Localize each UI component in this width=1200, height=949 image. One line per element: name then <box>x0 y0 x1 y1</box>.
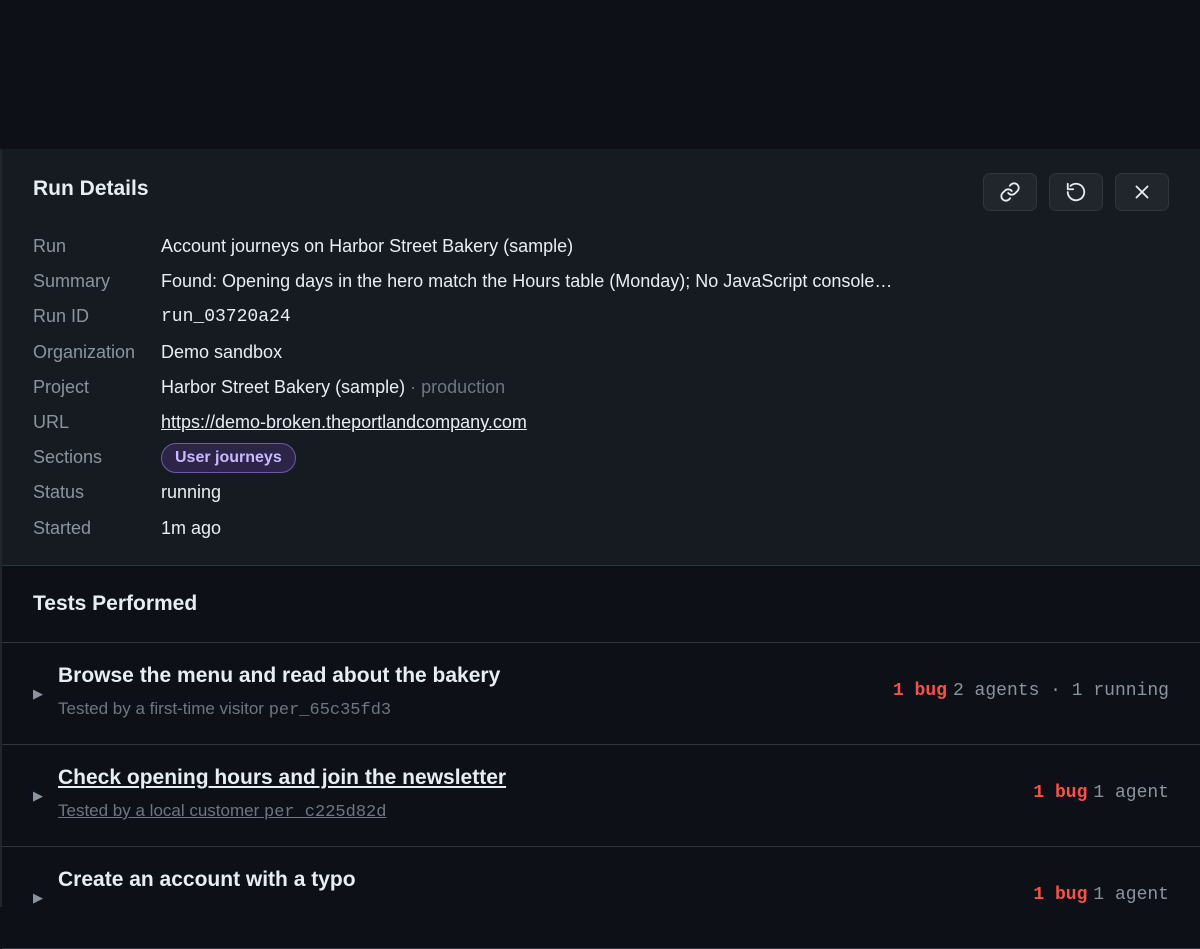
test-title: Check opening hours and join the newslet… <box>58 766 507 789</box>
tested-by: Tested by a local customer <box>58 801 260 820</box>
run-details-section: Run Details Run Account journeys on Harb… <box>2 149 1200 566</box>
top-bar <box>0 0 1200 149</box>
panel-title: Run Details <box>33 177 149 200</box>
field-url: URL https://demo-broken.theportlandcompa… <box>33 405 892 440</box>
run-name: Account journeys on Harbor Street Bakery… <box>161 236 574 257</box>
run-details-panel: Run Details Run Account journeys on Harb… <box>0 149 1200 949</box>
test-subtitle: Tested by a first-time visitor per_65c35… <box>58 699 391 720</box>
field-label: Summary <box>33 271 111 292</box>
rerun-button[interactable] <box>1049 173 1103 211</box>
field-run-id: Run ID run_03720a24 <box>33 299 892 334</box>
panel-actions <box>983 173 1169 211</box>
field-status: Status running <box>33 475 892 510</box>
test-meta: 1 bug 2 agents · 1 running <box>893 681 1169 701</box>
close-icon <box>1135 185 1149 199</box>
project-name: Harbor Street Bakery (sample) <box>161 376 406 397</box>
field-summary: Summary Found: Opening days in the hero … <box>33 264 892 299</box>
expand-caret-icon[interactable]: ▶ <box>33 788 43 804</box>
field-label: Sections <box>33 447 103 468</box>
section-badge: User journeys <box>161 442 296 473</box>
test-title: Browse the menu and read about the baker… <box>58 664 501 687</box>
field-label: Run <box>33 236 67 257</box>
agent-count: 1 agent <box>1093 783 1169 803</box>
test-row[interactable]: ▶ Create an account with a typo 1 bug 1 a… <box>2 847 1200 949</box>
expand-caret-icon[interactable]: ▶ <box>33 686 43 702</box>
expand-caret-icon[interactable]: ▶ <box>33 890 43 906</box>
field-label: Status <box>33 482 85 503</box>
test-subtitle: Tested by a local customer per_c225d82d <box>58 801 386 822</box>
agent-count: 1 agent <box>1093 885 1169 905</box>
agent-count: 2 agents · 1 running <box>952 681 1169 701</box>
tests-header: Tests Performed <box>2 566 1200 643</box>
field-run: Run Account journeys on Harbor Street Ba… <box>33 229 892 264</box>
tests-title: Tests Performed <box>33 592 198 615</box>
field-label: Started <box>33 517 92 538</box>
test-title: Create an account with a typo <box>58 868 356 891</box>
project-value: Harbor Street Bakery (sample) · producti… <box>161 377 505 398</box>
project-environment: · production <box>410 376 506 397</box>
summary-text: Found: Opening days in the hero match th… <box>161 271 893 292</box>
run-url-link[interactable]: https://demo-broken.theportlandcompany.c… <box>161 412 527 433</box>
bug-count: 1 bug <box>1033 783 1088 803</box>
field-label: Run ID <box>33 306 90 327</box>
field-started: Started 1m ago <box>33 511 892 546</box>
test-meta: 1 bug 1 agent <box>1033 885 1169 905</box>
field-label: URL <box>33 412 70 433</box>
test-meta: 1 bug 1 agent <box>1033 783 1169 803</box>
status-value: running <box>161 482 222 503</box>
field-sections: Sections User journeys <box>33 440 892 475</box>
persona-id: per_65c35fd3 <box>268 701 392 720</box>
copy-link-button[interactable] <box>983 173 1037 211</box>
bug-count: 1 bug <box>1033 885 1088 905</box>
persona-id: per_c225d82d <box>264 803 387 822</box>
tested-by: Tested by a first-time visitor <box>58 699 264 718</box>
field-project: Project Harbor Street Bakery (sample) · … <box>33 370 892 405</box>
test-row[interactable]: ▶ Check opening hours and join the newsl… <box>2 745 1200 847</box>
test-row[interactable]: ▶ Browse the menu and read about the bak… <box>2 643 1200 745</box>
refresh-icon <box>1066 182 1086 202</box>
field-label: Project <box>33 376 90 397</box>
started-value: 1m ago <box>161 517 222 538</box>
run-id-value: run_03720a24 <box>161 306 291 327</box>
field-organization: Organization Demo sandbox <box>33 335 892 370</box>
run-fields: Run Account journeys on Harbor Street Ba… <box>33 229 892 546</box>
field-label: Organization <box>33 341 136 362</box>
bug-count: 1 bug <box>892 681 947 701</box>
link-icon <box>1000 182 1020 202</box>
organization-value: Demo sandbox <box>161 341 283 362</box>
close-button[interactable] <box>1115 173 1169 211</box>
